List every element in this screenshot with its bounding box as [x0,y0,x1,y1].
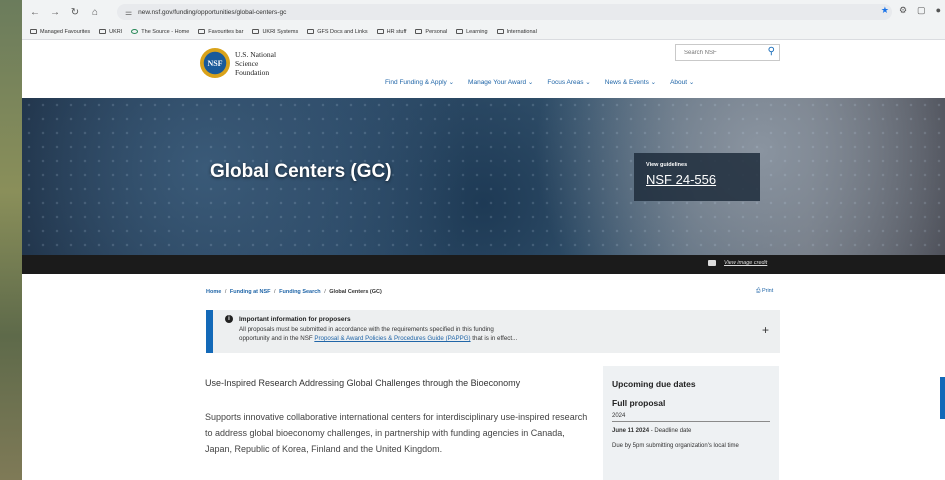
due-dates-heading: Upcoming due dates [612,379,696,389]
folder-icon [198,29,206,34]
bookmark-personal[interactable]: Personal [415,29,447,35]
breadcrumb: Home / Funding at NSF / Funding Search /… [206,289,382,295]
program-lead: Use-Inspired Research Addressing Global … [205,378,521,388]
browser-toolbar: ← → ↻ ⌂ ⚌ new.nsf.gov/funding/opportunit… [22,0,945,24]
print-button[interactable]: ⎙ Print [756,288,773,295]
bookmark-managed-favourites[interactable]: Managed Favourites [30,29,90,35]
reload-icon[interactable]: ↻ [68,5,82,19]
home-icon[interactable]: ⌂ [88,5,102,19]
folder-icon [30,29,37,34]
breadcrumb-funding-search[interactable]: Funding Search [279,289,321,295]
page-title: Global Centers (GC) [210,161,392,182]
nav-find-funding[interactable]: Find Funding & Apply ⌄ [385,78,454,86]
back-arrow-icon[interactable]: ← [28,5,42,19]
search-input[interactable] [684,49,762,56]
image-credit-bar: View image credit [22,255,945,274]
alert-body: All proposals must be submitted in accor… [239,326,518,342]
folder-icon [456,29,464,34]
browser-actions: ★ ⚙ ▢ ● [881,5,941,16]
tab-view-icon[interactable]: ▢ [917,5,926,16]
bookmark-gfs-docs[interactable]: GFS Docs and Links [307,29,368,35]
address-bar[interactable]: ⚌ new.nsf.gov/funding/opportunities/glob… [117,4,892,20]
bookmark-ukri-systems[interactable]: UKRI Systems [252,29,298,35]
important-info-alert[interactable]: i Important information for proposers Al… [206,310,780,353]
due-date: June 11 2024 - Deadline date [612,428,692,434]
bookmark-international[interactable]: International [496,29,537,35]
nsf-logo[interactable]: NSF U.S. National Science Foundation [200,48,276,78]
site-settings-icon[interactable]: ⚌ [125,8,132,17]
bookmark-ukri[interactable]: UKRI [99,29,122,35]
camera-icon [708,260,716,266]
breadcrumb-separator: / [224,289,227,295]
due-note: Due by 5pm submitting organization's loc… [612,443,739,449]
folder-icon [307,29,315,34]
guidelines-link[interactable]: NSF 24-556 [646,172,748,187]
folder-icon [99,29,107,34]
hero-banner: Global Centers (GC) View guidelines NSF … [22,98,945,274]
feedback-side-tab[interactable] [940,377,945,419]
breadcrumb-current: Global Centers (GC) [329,289,382,295]
pappg-link[interactable]: Proposal & Award Policies & Procedures G… [314,335,470,342]
site-favicon-icon [131,29,139,34]
nav-manage-award[interactable]: Manage Your Award ⌄ [468,78,533,86]
url-text: new.nsf.gov/funding/opportunities/global… [138,8,287,16]
bookmark-learning[interactable]: Learning [456,29,488,35]
image-credit: View image credit [708,260,767,266]
expand-plus-icon[interactable]: + [762,323,769,337]
due-type: Full proposal [612,398,666,408]
program-description: Supports innovative collaborative intern… [205,412,588,454]
nav-focus-areas[interactable]: Focus Areas ⌄ [547,78,590,86]
info-icon: i [225,315,233,323]
due-dates-panel: Upcoming due dates Full proposal 2024 Ju… [603,366,779,480]
logo-wordmark: U.S. National Science Foundation [235,49,277,77]
search-icon[interactable]: ⚲ [768,46,775,57]
browser-window: ← → ↻ ⌂ ⚌ new.nsf.gov/funding/opportunit… [22,0,945,480]
bookmark-star-icon[interactable]: ★ [881,5,889,16]
guidelines-label: View guidelines [646,162,688,168]
folder-icon [415,29,423,34]
breadcrumb-separator: / [274,289,276,295]
folder-icon [376,29,384,34]
guidelines-box: View guidelines NSF 24-556 [634,153,760,201]
main-nav: Find Funding & Apply ⌄ Manage Your Award… [385,78,694,86]
site-header: NSF U.S. National Science Foundation ⚲ F… [22,41,945,98]
forward-arrow-icon[interactable]: → [48,5,62,19]
image-credit-link[interactable]: View image credit [724,260,767,266]
profile-icon[interactable]: ● [936,5,941,16]
due-year: 2024 [612,413,770,422]
nav-about[interactable]: About ⌄ [670,78,694,86]
bookmark-the-source[interactable]: The Source - Home [131,29,189,35]
bookmarks-bar: Managed Favourites UKRI The Source - Hom… [22,24,945,40]
desktop-background-strip [0,0,22,480]
nsf-seal-icon: NSF [200,48,230,78]
search-box: ⚲ [675,44,780,61]
breadcrumb-funding[interactable]: Funding at NSF [230,289,271,295]
nav-news-events[interactable]: News & Events ⌄ [605,78,656,86]
bookmark-hr-stuff[interactable]: HR stuff [376,29,406,35]
folder-icon [252,29,260,34]
folder-icon [496,29,504,34]
printer-icon: ⎙ [756,288,761,294]
extension-icon[interactable]: ⚙ [899,5,907,16]
alert-title: Important information for proposers [239,315,351,323]
alert-header: i Important information for proposers [225,315,780,323]
breadcrumb-home[interactable]: Home [206,289,221,295]
bookmark-favourites-bar[interactable]: Favourites bar [198,29,243,35]
hero-background-pattern [22,98,945,274]
breadcrumb-separator: / [324,289,326,295]
